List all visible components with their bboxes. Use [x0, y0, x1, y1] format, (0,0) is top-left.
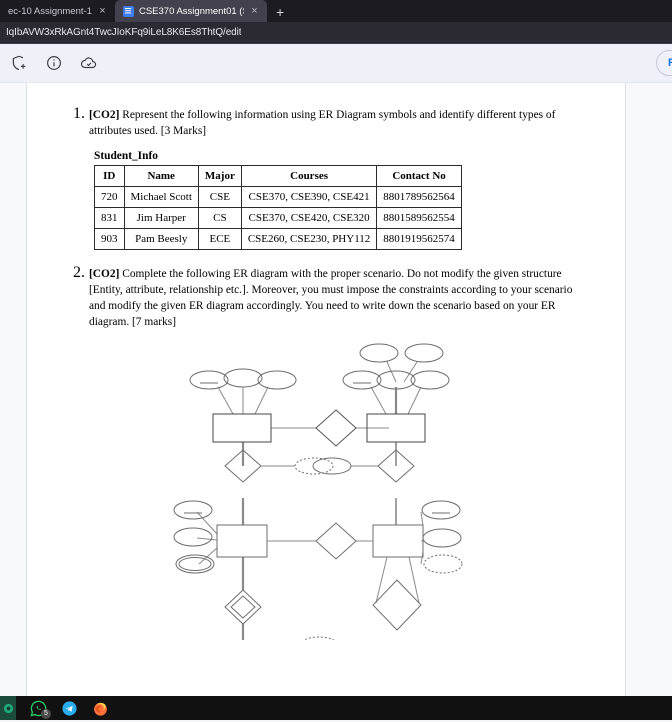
cloud-saved-icon[interactable] [80, 54, 98, 72]
table-body: 720 Michael Scott CSE CSE370, CSE390, CS… [95, 187, 462, 250]
cell-id: 903 [95, 229, 125, 250]
url-text: IqIbAVW3xRkAGnt4TwcJIoKFq9iLeL8K6Es8ThtQ… [6, 27, 241, 38]
question-item-1: [CO2] Represent the following informatio… [89, 105, 585, 250]
browser-tab-2[interactable]: CSE370 Assignment01 (Summer × [115, 0, 267, 22]
attribute-sub-ellipse [360, 344, 398, 362]
question-1-body: Represent the following information usin… [89, 109, 555, 137]
cell-major: CS [198, 208, 241, 229]
table-caption: Student_Info [94, 150, 585, 162]
cell-name: Michael Scott [124, 187, 198, 208]
question-1-text: [CO2] Represent the following informatio… [89, 108, 585, 139]
attribute-key-ellipse [190, 371, 228, 389]
attribute-ellipse [258, 371, 296, 389]
col-header-id: ID [95, 166, 125, 187]
question-2-tag: [CO2] [89, 268, 119, 280]
er-entities [213, 414, 425, 640]
table-head: ID Name Major Courses Contact No [95, 166, 462, 187]
er-connectors [197, 362, 423, 640]
browser-tab-1[interactable]: ec-10 Assignment-1 × [0, 0, 115, 22]
attribute-derived-ellipse [300, 637, 338, 640]
table-header-row: ID Name Major Courses Contact No [95, 166, 462, 187]
cell-courses: CSE260, CSE230, PHY112 [241, 229, 376, 250]
question-item-2: [CO2] Complete the following ER diagram … [89, 264, 585, 330]
er-attributes [174, 344, 462, 640]
whatsapp-badge: 5 [41, 709, 51, 719]
cell-major: CSE [198, 187, 241, 208]
tab-strip: ec-10 Assignment-1 × CSE370 Assignment01… [0, 0, 672, 22]
docs-toolbar-right: Re [656, 50, 662, 76]
taskbar: 5 [0, 696, 672, 720]
attribute-key-ellipse [422, 501, 460, 519]
attribute-ellipse [224, 369, 262, 387]
table-row: 831 Jim Harper CS CSE370, CSE420, CSE320… [95, 208, 462, 229]
telegram-icon[interactable] [61, 700, 78, 717]
attribute-key-ellipse [174, 501, 212, 519]
cell-name: Jim Harper [124, 208, 198, 229]
er-diagram [171, 340, 481, 640]
docs-toolbar: Re [0, 44, 672, 83]
entity-box-mid-right [373, 525, 423, 557]
relationship-identifying-inner-diamond [231, 596, 255, 618]
question-2-text: [CO2] Complete the following ER diagram … [89, 267, 585, 330]
question-list: [CO2] Represent the following informatio… [67, 105, 585, 330]
attribute-ellipse [423, 529, 461, 547]
table-row: 720 Michael Scott CSE CSE370, CSE390, CS… [95, 187, 462, 208]
attribute-ellipse [411, 371, 449, 389]
attribute-key-ellipse [343, 371, 381, 389]
cell-major: ECE [198, 229, 241, 250]
request-edit-access-button[interactable]: Re [656, 50, 672, 76]
tab-title: ec-10 Assignment-1 [8, 6, 92, 17]
question-2-body: Complete the following ER diagram with t… [89, 268, 572, 327]
url-bar[interactable]: IqIbAVW3xRkAGnt4TwcJIoKFq9iLeL8K6Es8ThtQ… [0, 22, 672, 44]
relationship-diamond [316, 523, 356, 559]
cell-id: 720 [95, 187, 125, 208]
browser-chrome: ec-10 Assignment-1 × CSE370 Assignment01… [0, 0, 672, 44]
attribute-derived-ellipse [424, 555, 462, 573]
shield-add-icon[interactable] [10, 54, 28, 72]
taskbar-apps: 5 [16, 700, 109, 717]
docs-toolbar-icons [10, 54, 98, 72]
whatsapp-icon[interactable]: 5 [30, 700, 47, 717]
col-header-contact-no: Contact No [377, 166, 462, 187]
cell-contact-no: 8801589562554 [377, 208, 462, 229]
tab-title: CSE370 Assignment01 (Summer [139, 6, 244, 17]
taskbar-show-desktop[interactable] [0, 696, 16, 720]
relationship-diamond [316, 410, 356, 446]
document-canvas: [CO2] Represent the following informatio… [0, 83, 672, 696]
attribute-derived-ellipse [295, 458, 333, 474]
desktop-icon [3, 703, 14, 714]
close-icon[interactable]: × [97, 6, 108, 17]
cell-id: 831 [95, 208, 125, 229]
cell-courses: CSE370, CSE420, CSE320 [241, 208, 376, 229]
close-icon[interactable]: × [249, 6, 260, 17]
attribute-sub-ellipse [405, 344, 443, 362]
student-info-table: ID Name Major Courses Contact No 720 Mic… [94, 165, 462, 250]
cell-name: Pam Beesly [124, 229, 198, 250]
col-header-courses: Courses [241, 166, 376, 187]
entity-box-mid-left [217, 525, 267, 557]
attribute-ellipse [174, 528, 212, 546]
cell-contact-no: 8801789562564 [377, 187, 462, 208]
document-page: [CO2] Represent the following informatio… [26, 83, 626, 696]
docs-favicon-icon [123, 6, 134, 17]
cell-contact-no: 8801919562574 [377, 229, 462, 250]
cell-courses: CSE370, CSE390, CSE421 [241, 187, 376, 208]
attribute-multivalued-inner-ellipse [179, 558, 211, 571]
col-header-name: Name [124, 166, 198, 187]
table-row: 903 Pam Beesly ECE CSE260, CSE230, PHY11… [95, 229, 462, 250]
col-header-major: Major [198, 166, 241, 187]
attribute-composite-ellipse [377, 371, 415, 389]
question-1-tag: [CO2] [89, 109, 119, 121]
info-icon[interactable] [45, 54, 63, 72]
new-tab-button[interactable]: + [267, 5, 293, 19]
attribute-ellipse [313, 458, 351, 474]
er-diagram-figure [67, 340, 585, 640]
entity-box-top-left [213, 414, 271, 442]
er-relationships [225, 410, 421, 630]
firefox-icon[interactable] [92, 700, 109, 717]
